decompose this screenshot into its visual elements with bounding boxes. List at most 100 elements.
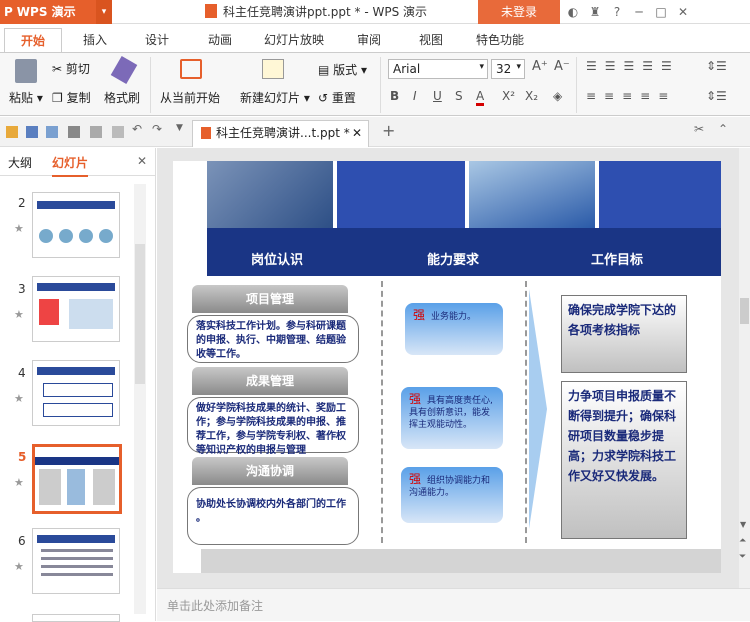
slide-thumbnail[interactable] [32,528,120,594]
goal-box: 确保完成学院下达的各项考核指标 [561,295,687,373]
paste-label[interactable]: 粘贴 ▾ [9,89,43,106]
search-icon[interactable] [112,126,124,138]
slide-thumbnail-pane: 大纲 幻灯片 ✕ 2 ★ 3 ★ 4 ★ 5 ★ 6 ★ [0,148,156,622]
save-icon[interactable] [26,126,38,138]
section-title: 沟通协调 [192,457,348,485]
reset-button[interactable]: ↺ 重置 [318,89,356,106]
app-menu-button[interactable]: P WPS 演示 ▾ [0,0,112,24]
tab-slideshow[interactable]: 幻灯片放映 [258,28,330,52]
document-title: 科主任竞聘演讲ppt.ppt * - WPS 演示 [205,0,427,24]
tab-slides[interactable]: 幻灯片 [52,154,89,177]
save-as-icon[interactable] [46,126,58,138]
from-current-button[interactable]: 从当前开始 [160,89,220,106]
help-icon[interactable]: ? [606,0,628,24]
arrow-shape [529,289,547,529]
vertical-scrollbar[interactable]: ▼ ⏶ ⏷ [739,148,750,588]
login-button[interactable]: 未登录 [478,0,560,24]
chevron-down-icon[interactable]: ▼ [176,123,188,135]
play-from-current-icon[interactable] [180,59,202,79]
strikethrough-icon[interactable]: S [455,89,463,103]
tools-icon[interactable]: ✂ [694,122,706,136]
shirt-icon[interactable]: ♜ [584,0,606,24]
superscript-icon[interactable]: X² [502,89,515,103]
redo-icon[interactable]: ↷ [152,122,164,136]
tab-insert[interactable]: 插入 [70,28,120,52]
section-body: 做好学院科技成果的统计、奖励工作；参与学院科技成果的申报、推荐工作，参与学院专利… [187,397,359,456]
new-tab-icon[interactable]: + [382,121,395,140]
font-color-icon[interactable]: A [476,89,485,106]
close-icon[interactable]: ✕ [672,0,694,24]
quick-access-bar: ↶ ↷ ▼ + ✂ ⌃ [0,117,750,147]
section-title: 成果管理 [192,367,348,395]
line-spacing-icon[interactable]: ⇕☰ [706,59,727,73]
next-slide-icon[interactable]: ⏷ [739,552,746,562]
slide-thumbnail[interactable] [32,276,120,342]
format-painter-button[interactable] [104,55,144,85]
font-size-select[interactable]: 32 ▾ [491,59,525,79]
requirement-box: 强组织协调能力和沟通能力。 [401,467,503,523]
close-pane-icon[interactable]: ✕ [137,154,147,168]
slide-thumbnail[interactable] [32,360,120,426]
requirement-box: 强具有高度责任心,具有创新意识，能发挥主观能动性。 [401,387,503,449]
paste-button[interactable] [10,59,42,83]
tab-special-features[interactable]: 特色功能 [468,28,532,52]
tab-view[interactable]: 视图 [406,28,456,52]
subscript-icon[interactable]: X₂ [525,89,538,103]
underline-icon[interactable]: U [433,89,442,103]
building-photo [469,161,595,228]
new-slide-button[interactable]: 新建幻灯片 ▾ [240,89,310,106]
cut-button[interactable]: ✂ 剪切 [52,60,90,77]
bold-icon[interactable]: B [390,89,399,103]
wps-logo-icon: P [4,5,13,19]
close-tab-icon[interactable]: ✕ [352,121,362,145]
slide-number: 4 [18,366,26,380]
goal-box: 力争项目申报质量不断得到提升；确保科研项目数量稳步提高；力求学院科技工作又好又快… [561,381,687,539]
tab-outline[interactable]: 大纲 [8,154,32,171]
print-preview-icon[interactable] [90,126,102,138]
undo-icon[interactable]: ↶ [132,122,144,136]
chevron-down-icon[interactable]: ▾ [96,0,112,24]
clear-format-icon[interactable]: ◈ [553,89,562,103]
new-slide-icon[interactable] [262,59,284,79]
tab-design[interactable]: 设计 [132,28,182,52]
document-tab[interactable]: 科主任竞聘演讲...t.ppt * ✕ [192,120,369,147]
section-body: 协助处长协调校内外各部门的工作 。 [187,487,359,545]
print-icon[interactable] [68,126,80,138]
paragraph-spacing-icon[interactable]: ⇕☰ [706,89,727,103]
slide[interactable]: 岗位认识 能力要求 工作目标 项目管理 落实科技工作计划。参与科研课题的申报、执… [173,161,721,573]
tab-review[interactable]: 审阅 [344,28,394,52]
app-name: WPS 演示 [16,5,76,19]
list-icons[interactable]: ☰☰☰☰☰ [586,59,680,73]
requirement-box: 强业务能力。 [405,303,503,355]
slide-thumbnail-selected[interactable] [32,444,122,514]
scissors-icon: ✂ [52,62,63,76]
layout-button[interactable]: ▤ 版式 ▾ [318,61,367,78]
skin-icon[interactable]: ◐ [562,0,584,24]
scroll-down-icon[interactable]: ▼ [740,520,746,529]
notes-area[interactable]: 单击此处添加备注 [157,588,750,621]
tab-animation[interactable]: 动画 [195,28,245,52]
slide-number-selected: 5 [18,450,27,464]
thumbnail-scrollbar[interactable] [134,184,146,614]
font-name-select[interactable]: Arial ▾ [388,59,488,79]
blue-block [599,161,721,228]
format-painter-label[interactable]: 格式刷 [104,89,140,106]
copy-button[interactable]: ❐ 复制 [52,89,91,106]
section-body: 落实科技工作计划。参与科研课题的申报、执行、中期管理、结题验收等工作。 [187,315,359,363]
keyboard-photo [207,161,333,228]
copy-icon: ❐ [52,91,63,105]
grow-font-icon[interactable]: A⁺ [532,59,548,74]
divider [381,281,383,543]
slide-thumbnail[interactable] [32,192,120,258]
collapse-ribbon-icon[interactable]: ⌃ [718,122,730,136]
tab-home[interactable]: 开始 [4,28,62,52]
minimize-icon[interactable]: ─ [628,0,650,24]
prev-slide-icon[interactable]: ⏶ [739,536,746,546]
align-icons[interactable]: ≡≡≡≡≡ [586,89,676,103]
open-icon[interactable] [6,126,18,138]
column-header: 工作目标 [591,253,644,268]
maximize-icon[interactable]: □ [650,0,672,24]
italic-icon[interactable]: I [413,89,417,103]
ppt-file-icon [201,127,211,139]
shrink-font-icon[interactable]: A⁻ [554,59,570,74]
